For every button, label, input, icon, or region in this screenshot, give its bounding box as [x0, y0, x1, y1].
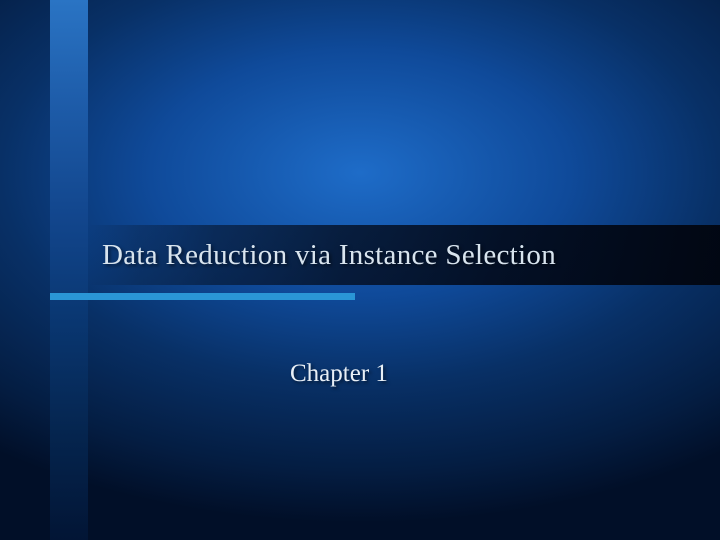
- slide-subtitle: Chapter 1: [290, 360, 388, 388]
- slide-title: Data Reduction via Instance Selection: [102, 239, 556, 272]
- vertical-accent-stripe: [50, 0, 88, 540]
- horizontal-accent-line: [50, 293, 355, 300]
- title-bar: Data Reduction via Instance Selection: [88, 225, 720, 285]
